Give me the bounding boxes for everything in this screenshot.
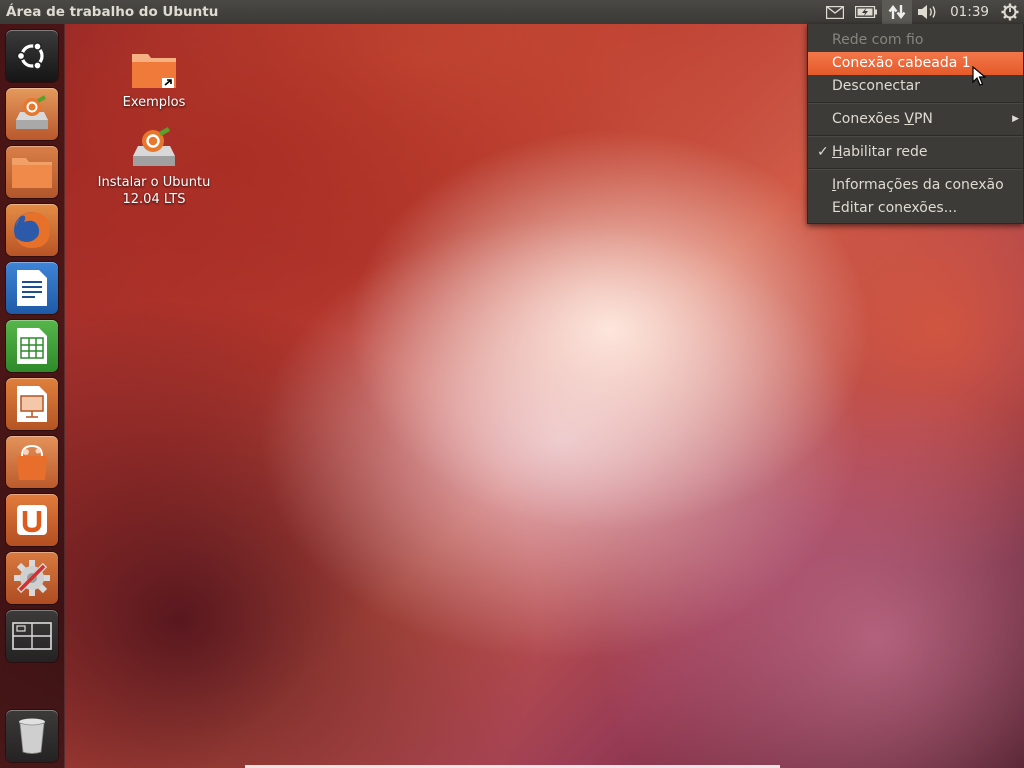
menu-item-connection-info[interactable]: Informações da conexão <box>808 174 1023 197</box>
menu-item-disconnect[interactable]: Desconectar <box>808 75 1023 98</box>
menu-separator <box>808 135 1023 137</box>
launcher-ubuntu-one[interactable] <box>6 494 58 546</box>
launcher-files[interactable] <box>6 146 58 198</box>
menu-item-enable-network[interactable]: ✓ Habilitar rede <box>808 141 1023 164</box>
sound-icon[interactable] <box>912 0 944 24</box>
launcher-system-settings[interactable] <box>6 552 58 604</box>
launcher <box>0 24 65 768</box>
launcher-impress[interactable] <box>6 378 58 430</box>
window-title: Área de trabalho do Ubuntu <box>6 4 219 20</box>
launcher-workspace-switcher[interactable] <box>6 610 58 662</box>
dash-home-button[interactable] <box>6 30 58 82</box>
mail-icon[interactable] <box>820 0 850 24</box>
trash-icon <box>17 717 47 755</box>
launcher-calc[interactable] <box>6 320 58 372</box>
firefox-icon <box>10 208 54 252</box>
network-icon[interactable] <box>882 0 913 24</box>
settings-icon <box>11 557 53 599</box>
menu-item-label-suffix: PN <box>913 111 933 127</box>
folder-shortcut-icon <box>112 50 196 94</box>
installer-drive-icon <box>90 126 218 174</box>
workspaces-icon <box>12 622 52 650</box>
menu-item-label: abilitar rede <box>842 144 928 160</box>
submenu-arrow-icon: ▶ <box>1012 114 1019 124</box>
launcher-install-ubuntu[interactable] <box>6 88 58 140</box>
desktop-icon-label: Instalar o Ubuntu <box>97 175 211 190</box>
launcher-writer[interactable] <box>6 262 58 314</box>
menu-item-wired-connection[interactable]: Conexão cabeada 1 <box>808 52 1023 75</box>
shopping-bag-icon <box>12 442 52 482</box>
clock[interactable]: 01:39 <box>944 0 996 24</box>
ubuntu-logo-icon <box>15 39 49 73</box>
desktop-icon-label-version: 12.04 LTS <box>122 192 186 207</box>
desktop-icon-exemplos[interactable]: Exemplos <box>112 50 196 111</box>
ubuntu-one-icon <box>15 503 49 537</box>
installer-drive-icon <box>11 94 53 134</box>
indicator-area: 01:39 <box>820 0 1024 24</box>
menu-item-label: nformações da conexão <box>836 177 1004 193</box>
menu-item-mnemonic: V <box>904 111 914 127</box>
desktop-icon-label: Exemplos <box>122 95 186 110</box>
folder-icon <box>10 154 54 190</box>
network-menu: Rede com fio Conexão cabeada 1 Desconect… <box>807 24 1024 224</box>
impress-icon <box>15 384 49 424</box>
menu-header-wired: Rede com fio <box>832 32 924 48</box>
menu-item-vpn[interactable]: Conexões VPN ▶ <box>808 108 1023 131</box>
launcher-trash[interactable] <box>6 710 58 762</box>
calc-icon <box>15 326 49 366</box>
top-panel: Área de trabalho do Ubuntu 01:39 <box>0 0 1024 24</box>
power-gear-icon[interactable] <box>996 0 1024 24</box>
menu-separator <box>808 168 1023 170</box>
menu-item-mnemonic: H <box>832 144 843 160</box>
launcher-firefox[interactable] <box>6 204 58 256</box>
checkmark-icon: ✓ <box>817 144 829 160</box>
desktop-icon-install-ubuntu[interactable]: Instalar o Ubuntu 12.04 LTS <box>90 126 218 208</box>
menu-separator <box>808 102 1023 104</box>
menu-item-edit-connections[interactable]: Editar conexões... <box>808 197 1023 220</box>
writer-icon <box>15 268 49 308</box>
launcher-software-center[interactable] <box>6 436 58 488</box>
menu-item-label: Conexões <box>832 111 905 127</box>
mouse-pointer-icon <box>972 65 987 90</box>
battery-icon[interactable] <box>850 0 882 24</box>
